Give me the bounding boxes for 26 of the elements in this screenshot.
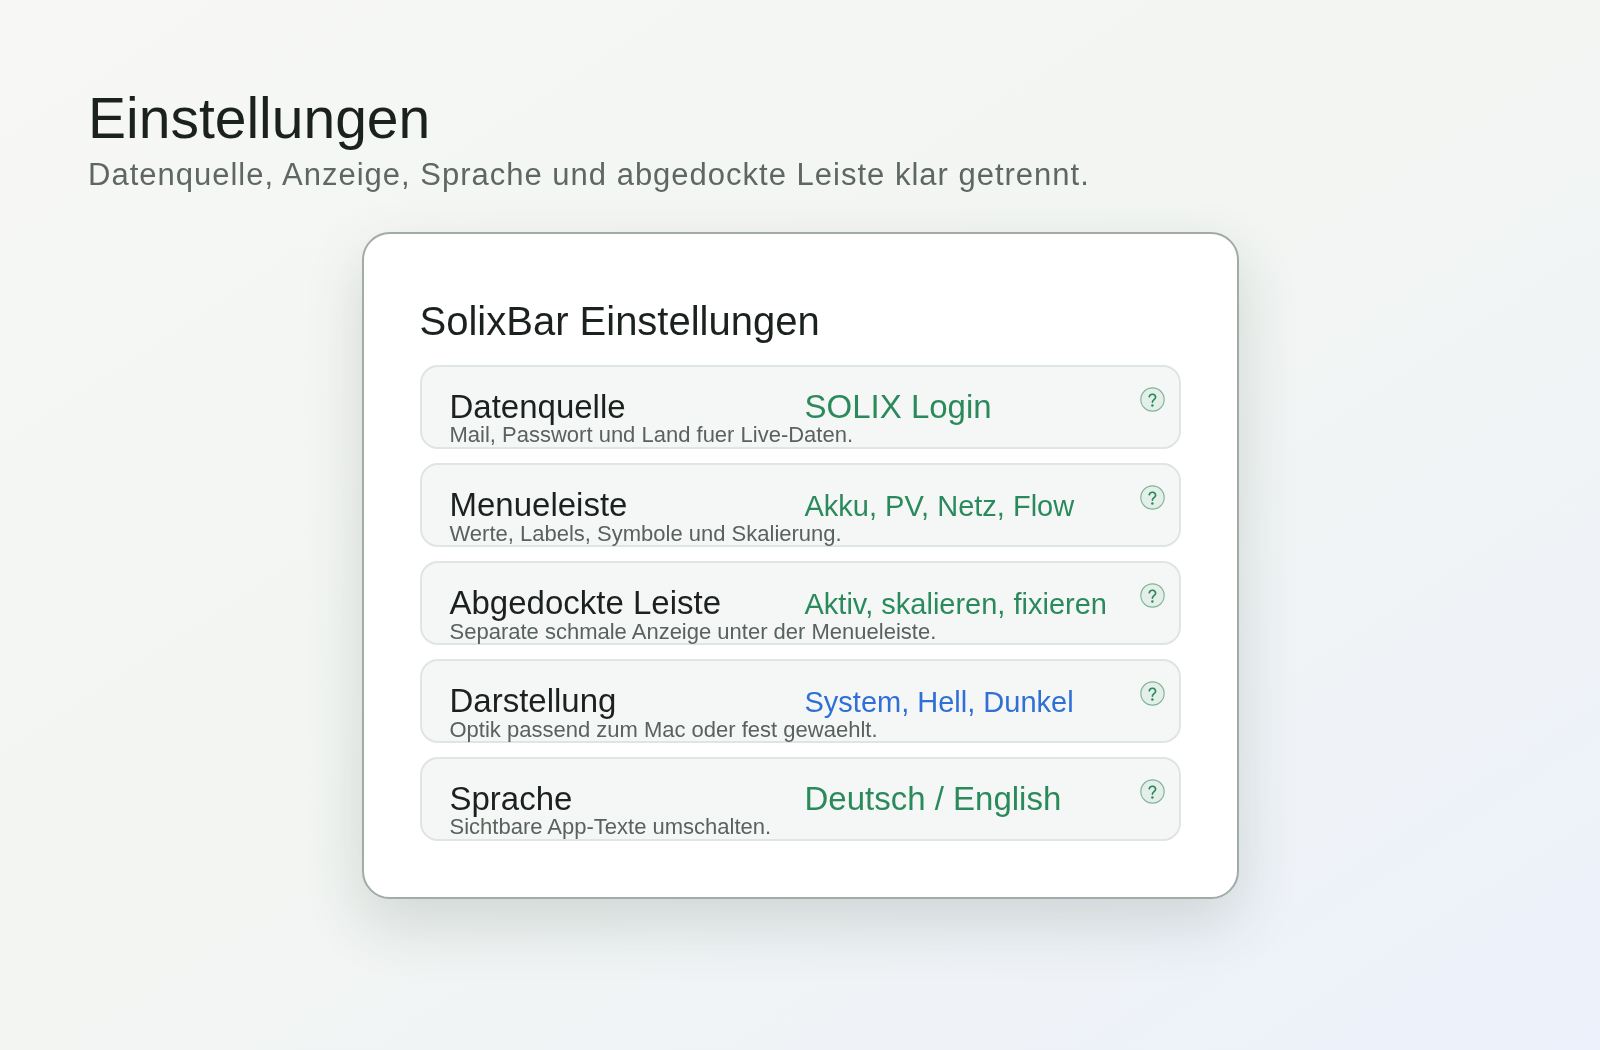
page-title: Einstellungen <box>88 88 431 148</box>
window-title: SolixBar Einstellungen <box>419 299 820 343</box>
settings-row[interactable]: Menueleiste Akku, PV, Netz, Flow Werte, Labels, Symbole und Skalierung. <box>419 463 1181 547</box>
row-title: Menueleiste <box>449 488 628 522</box>
row-description: Sichtbare App-Texte umschalten. <box>449 816 772 838</box>
help-icon[interactable] <box>1139 485 1165 510</box>
page-subtitle: Datenquelle, Anzeige, Sprache und abgedockte Leiste klar getrennt. <box>88 158 1090 192</box>
row-title: Datenquelle <box>449 390 626 424</box>
row-value: Akku, PV, Netz, Flow <box>804 489 1075 523</box>
row-value: Aktiv, skalieren, fixieren <box>804 587 1107 621</box>
row-value: Deutsch / English <box>804 782 1062 816</box>
help-icon[interactable] <box>1139 681 1165 706</box>
help-icon[interactable] <box>1139 387 1165 412</box>
settings-row[interactable]: Datenquelle SOLIX Login Mail, Passwort und Land fuer Live-Daten. <box>419 365 1181 449</box>
row-description: Separate schmale Anzeige unter der Menueleiste. <box>449 621 937 643</box>
help-icon[interactable] <box>1139 583 1165 608</box>
row-description: Mail, Passwort und Land fuer Live-Daten. <box>449 424 854 446</box>
row-value: System, Hell, Dunkel <box>804 685 1074 719</box>
help-icon[interactable] <box>1139 779 1165 804</box>
settings-row[interactable]: Darstellung System, Hell, Dunkel Optik passend zum Mac oder fest gewaehlt. <box>419 659 1181 743</box>
row-title: Sprache <box>449 782 573 816</box>
row-value: SOLIX Login <box>804 390 992 424</box>
row-description: Optik passend zum Mac oder fest gewaehlt. <box>449 719 878 741</box>
row-description: Werte, Labels, Symbole und Skalierung. <box>449 523 842 545</box>
settings-row[interactable]: Abgedockte Leiste Aktiv, skalieren, fixieren Separate schmale Anzeige unter der Menueleiste. <box>419 561 1181 645</box>
settings-row[interactable]: Sprache Deutsch / English Sichtbare App-Texte umschalten. <box>419 757 1181 841</box>
